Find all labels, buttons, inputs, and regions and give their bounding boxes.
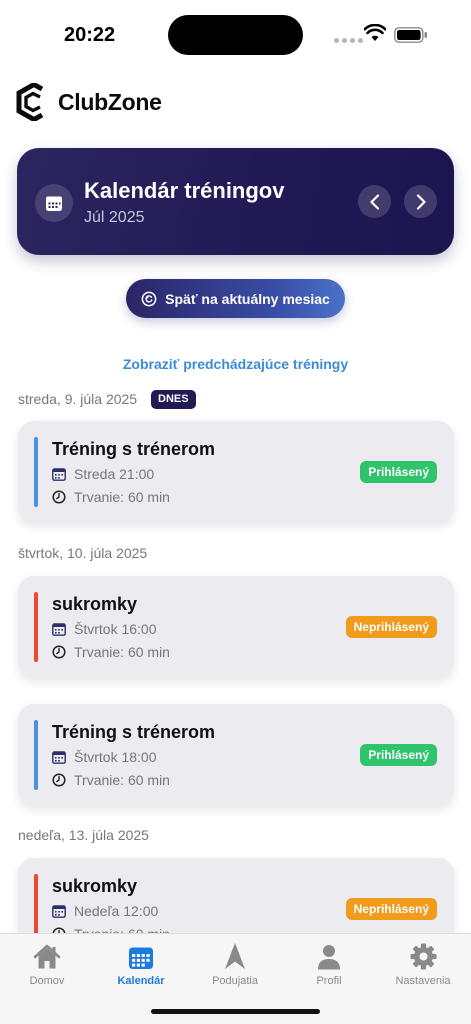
status-badge: Prihlásený	[360, 744, 437, 766]
dynamic-island	[168, 15, 303, 55]
calendar-icon	[52, 904, 66, 918]
clock-icon	[52, 490, 66, 504]
training-title: Tréning s trénerom	[52, 722, 216, 742]
person-icon	[318, 945, 340, 970]
brand-logo: ClubZone	[16, 83, 162, 121]
tab-settings[interactable]: Nastavenia	[376, 942, 470, 987]
previous-month-button[interactable]	[358, 185, 391, 218]
brand-name: ClubZone	[58, 88, 162, 115]
training-title: Tréning s trénerom	[52, 439, 216, 459]
next-month-button[interactable]	[404, 185, 437, 218]
training-duration-row: Trvanie: 60 min	[52, 772, 170, 788]
battery-icon	[394, 27, 427, 43]
cellular-signal-icon	[334, 38, 363, 43]
training-duration-row: Trvanie: 60 min	[52, 644, 170, 660]
page-title: Kalendár tréningov	[84, 178, 285, 203]
training-time: Streda 21:00	[74, 466, 155, 482]
clubzone-logo-icon	[16, 83, 44, 121]
tab-events[interactable]: Podujatia	[188, 942, 282, 987]
calendar-icon	[129, 947, 153, 969]
training-duration-row: Trvanie: 60 min	[52, 489, 170, 505]
training-time-row: Nedeľa 12:00	[52, 903, 158, 919]
show-previous-trainings-link[interactable]: Zobraziť predchádzajúce tréningy	[0, 356, 471, 372]
calendar-icon	[52, 467, 66, 481]
training-time: Štvrtok 18:00	[74, 749, 157, 765]
training-duration: Trvanie: 60 min	[74, 489, 170, 505]
tab-label: Kalendár	[117, 975, 165, 987]
clock-icon	[52, 773, 66, 787]
training-duration: Trvanie: 60 min	[74, 772, 170, 788]
training-time-row: Štvrtok 18:00	[52, 749, 157, 765]
calendar-icon	[46, 196, 62, 211]
tab-calendar[interactable]: Kalendár	[94, 942, 188, 987]
training-card[interactable]: sukromky Štvrtok 16:00 Trvanie: 60 min N…	[18, 576, 454, 678]
status-badge: Neprihlásený	[345, 898, 437, 920]
training-title: sukromky	[52, 594, 138, 614]
tab-profile[interactable]: Profil	[282, 942, 376, 987]
clock-icon	[52, 645, 66, 659]
card-accent-bar	[34, 437, 38, 507]
calendar-icon	[52, 622, 66, 636]
training-duration: Trvanie: 60 min	[74, 644, 170, 660]
training-time-row: Štvrtok 16:00	[52, 621, 157, 637]
chevron-left-icon	[369, 193, 379, 210]
card-accent-bar	[34, 592, 38, 662]
status-badge: Prihlásený	[360, 461, 437, 483]
day-header: štvrtok, 10. júla 2025	[18, 545, 148, 561]
training-title: sukromky	[52, 876, 138, 896]
status-bar: 20:22	[0, 0, 471, 70]
rotate-back-icon	[141, 291, 157, 306]
tab-label: Nastavenia	[395, 975, 451, 987]
training-card[interactable]: Tréning s trénerom Streda 21:00 Trvanie:…	[18, 421, 454, 523]
house-icon	[33, 944, 61, 969]
status-badge: Neprihlásený	[345, 616, 437, 638]
tab-label: Profil	[316, 975, 342, 987]
calendar-badge	[35, 184, 73, 222]
training-time-row: Streda 21:00	[52, 466, 154, 482]
gear-icon	[410, 943, 436, 970]
back-button-label: Späť na aktuálny mesiac	[165, 290, 330, 307]
card-accent-bar	[34, 720, 38, 790]
today-badge: DNES	[151, 390, 196, 409]
status-time: 20:22	[64, 24, 116, 46]
tab-label: Podujatia	[212, 975, 258, 987]
tab-label: Domov	[29, 975, 65, 987]
chevron-right-icon	[416, 193, 426, 210]
current-month: Júl 2025	[84, 209, 145, 226]
training-time: Štvrtok 16:00	[74, 621, 157, 637]
calendar-icon	[52, 750, 66, 764]
training-time: Nedeľa 12:00	[74, 903, 159, 919]
wifi-icon	[364, 24, 386, 41]
back-to-current-month-button[interactable]: Späť na aktuálny mesiac	[126, 279, 345, 318]
day-header: nedeľa, 13. júla 2025	[18, 827, 149, 843]
calendar-header-card: Kalendár tréningov Júl 2025	[17, 148, 454, 255]
arrow-icon	[225, 943, 245, 969]
training-card[interactable]: Tréning s trénerom Štvrtok 18:00 Trvanie…	[18, 704, 454, 806]
day-header: streda, 9. júla 2025	[18, 391, 138, 407]
tab-home[interactable]: Domov	[0, 942, 94, 987]
home-indicator	[151, 1009, 320, 1014]
